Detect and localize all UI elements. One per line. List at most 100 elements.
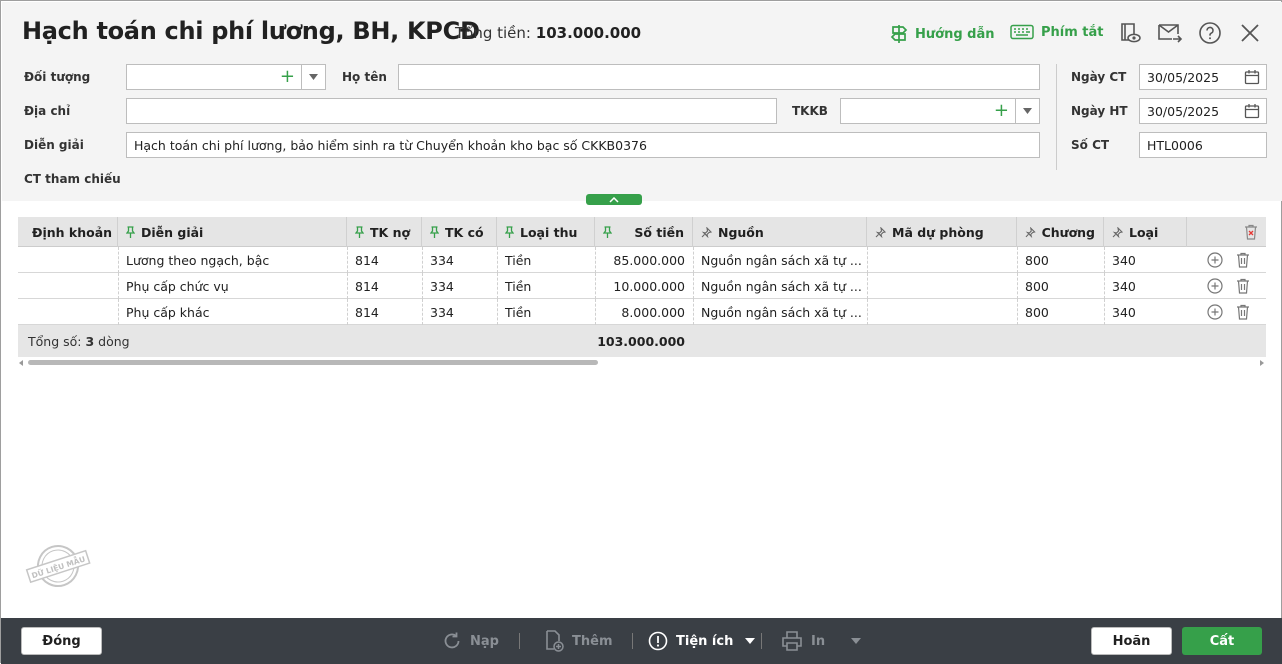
trash-icon[interactable] [1236,278,1250,294]
cell-loai[interactable]: 340 [1104,299,1187,325]
table-row[interactable]: Phụ cấp chức vụ 814 334 Tiền 10.000.000 … [18,273,1266,299]
cell-tk-no[interactable]: 814 [347,299,422,325]
cell-nguon[interactable]: Nguồn ngân sách xã tự ... [693,247,867,273]
trash-icon[interactable] [1236,304,1250,320]
cell-tk-co[interactable]: 334 [422,247,497,273]
scroll-right-icon[interactable] [1259,360,1264,366]
cell-tk-co[interactable]: 334 [422,299,497,325]
col-label: TK nợ [370,224,411,240]
view-doc-button[interactable] [1117,20,1143,46]
cell-chuong[interactable]: 800 [1017,247,1104,273]
tkkb-dropdown[interactable] [1015,99,1039,123]
cell-so-tien[interactable]: 85.000.000 [595,247,693,273]
send-mail-button[interactable] [1157,20,1183,46]
col-label: TK có [445,224,484,240]
tkkb-field[interactable]: + [840,98,1040,124]
cell-tk-no[interactable]: 814 [347,247,422,273]
desc-field[interactable]: Hạch toán chi phí lương, bảo hiểm sinh r… [126,132,1040,158]
cell-so-tien[interactable]: 8.000.000 [595,299,693,325]
post-date-field[interactable]: 30/05/2025 [1139,98,1267,124]
shortcut-label: Phím tắt [1041,24,1104,40]
calendar-icon[interactable] [1244,69,1260,85]
close-button[interactable]: Đóng [21,627,102,655]
help-button[interactable] [1197,20,1223,46]
cell-loai-thu[interactable]: Tiền [497,273,595,299]
cell-loai[interactable]: 340 [1104,247,1187,273]
col-nguon[interactable]: Nguồn [693,217,867,247]
object-dropdown[interactable] [301,65,325,89]
post-date-label: Ngày HT [1071,104,1128,118]
toolbar-separator [519,633,520,649]
sample-data-stamp: DỮ LIỆU MẪU [25,541,91,591]
col-dinh-khoan[interactable]: Định khoản [18,217,118,247]
add-object-icon[interactable]: + [280,68,295,86]
cell-tk-no[interactable]: 814 [347,273,422,299]
cell-dinh-khoan[interactable] [18,273,118,299]
shortcut-button[interactable]: Phím tắt [1010,24,1104,40]
utility-button[interactable]: Tiện ích [648,618,756,664]
col-loai[interactable]: Loại [1104,217,1187,247]
col-loai-thu[interactable]: Loại thu [497,217,595,247]
doc-date-field[interactable]: 30/05/2025 [1139,64,1267,90]
close-window-button[interactable] [1237,20,1263,46]
cell-ma-du-phong[interactable] [867,299,1017,325]
object-field[interactable]: + [126,64,326,90]
cell-ma-du-phong[interactable] [867,273,1017,299]
trash-icon[interactable] [1236,252,1250,268]
col-ma-du-phong[interactable]: Mã dự phòng [867,217,1017,247]
col-tk-co[interactable]: TK có [422,217,497,247]
cell-so-tien[interactable]: 10.000.000 [595,273,693,299]
delete-all-rows-button[interactable] [1187,217,1266,247]
reload-button[interactable]: Nạp [442,618,499,664]
col-so-tien[interactable]: Số tiền [595,217,693,247]
cell-dien-giai[interactable]: Lương theo ngạch, bậc [118,247,347,273]
chevron-down-icon [851,638,862,644]
add-tkkb-icon[interactable]: + [994,102,1009,120]
horizontal-scrollbar[interactable] [18,359,1266,367]
cancel-button[interactable]: Hoãn [1091,627,1172,655]
cell-tk-co[interactable]: 334 [422,273,497,299]
book-eye-icon [1121,23,1141,43]
toolbar-separator [632,633,633,649]
cell-loai[interactable]: 340 [1104,273,1187,299]
address-field[interactable] [126,98,777,124]
cell-dinh-khoan[interactable] [18,299,118,325]
print-label: In [811,633,826,649]
cell-chuong[interactable]: 800 [1017,273,1104,299]
col-chuong[interactable]: Chương [1017,217,1104,247]
scroll-thumb[interactable] [28,360,598,365]
reload-label: Nạp [470,633,499,649]
col-dien-giai[interactable]: Diễn giải [118,217,347,247]
cell-chuong[interactable]: 800 [1017,299,1104,325]
ref-label[interactable]: CT tham chiếu [24,172,121,186]
table-row[interactable]: Lương theo ngạch, bậc 814 334 Tiền 85.00… [18,247,1266,273]
name-field[interactable] [398,64,1040,90]
cell-dien-giai[interactable]: Phụ cấp khác [118,299,347,325]
form-divider [1056,64,1057,170]
doc-no-field[interactable]: HTL0006 [1139,132,1267,158]
col-label: Số tiền [634,224,684,240]
table-row[interactable]: Phụ cấp khác 814 334 Tiền 8.000.000 Nguồ… [18,299,1266,325]
add-row-icon[interactable] [1207,278,1223,294]
cell-nguon[interactable]: Nguồn ngân sách xã tự ... [693,273,867,299]
cell-dinh-khoan[interactable] [18,247,118,273]
col-label: Loại thu [520,224,578,240]
calendar-icon[interactable] [1244,103,1260,119]
save-button[interactable]: Cất [1182,627,1262,655]
stamp-icon: DỮ LIỆU MẪU [25,545,91,587]
grid-header: Định khoản Diễn giải TK nợ TK có Loại th… [18,217,1266,247]
cell-loai-thu[interactable]: Tiền [497,299,595,325]
print-button[interactable]: In [781,618,862,664]
scroll-left-icon[interactable] [19,360,24,366]
collapse-header-button[interactable] [586,194,642,205]
col-tk-no[interactable]: TK nợ [347,217,422,247]
guide-button[interactable]: Hướng dẫn [890,24,995,44]
cell-loai-thu[interactable]: Tiền [497,247,595,273]
cell-ma-du-phong[interactable] [867,247,1017,273]
cell-nguon[interactable]: Nguồn ngân sách xã tự ... [693,299,867,325]
cell-dien-giai[interactable]: Phụ cấp chức vụ [118,273,347,299]
add-row-icon[interactable] [1207,252,1223,268]
row-count: Tổng số: 3 dòng [20,328,320,354]
add-row-icon[interactable] [1207,304,1223,320]
add-button[interactable]: Thêm [544,618,613,664]
